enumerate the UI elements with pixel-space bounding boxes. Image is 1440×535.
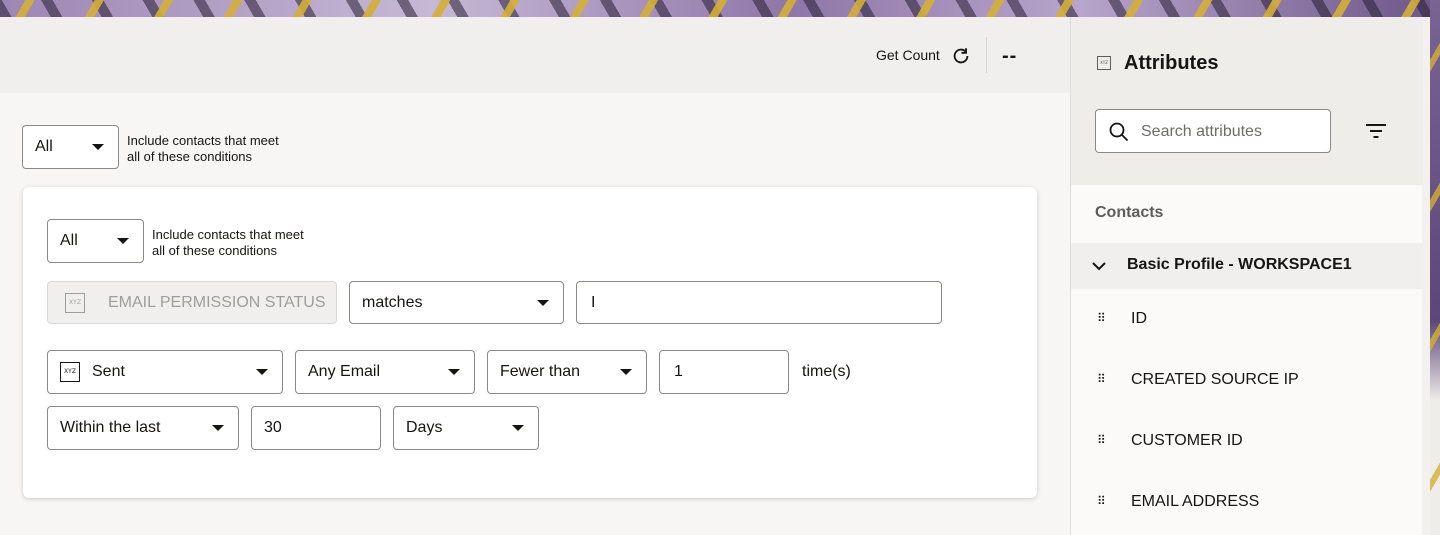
attribute-item-id[interactable]: ⠿ ID xyxy=(1071,300,1423,340)
attribute-type-icon: XYZ xyxy=(65,293,85,313)
attribute-item-label: CUSTOMER ID xyxy=(1131,432,1243,449)
panel-title: Attributes xyxy=(1124,52,1219,74)
period-select[interactable]: Days xyxy=(393,406,539,450)
attribute-item-label: EMAIL ADDRESS xyxy=(1131,493,1260,510)
chevron-down-icon xyxy=(117,238,129,244)
value-input[interactable]: I xyxy=(576,281,942,324)
operator-value: matches xyxy=(362,293,423,311)
decorative-banner xyxy=(0,0,1440,17)
search-placeholder: Search attributes xyxy=(1141,123,1262,140)
condition-group-card: All Include contacts that meet all of th… xyxy=(23,187,1037,498)
toolbar-divider xyxy=(986,37,987,73)
segment-toolbar: Get Count -- xyxy=(0,17,1070,93)
segment-editor: Get Count -- All Include contacts that m… xyxy=(0,17,1070,535)
attribute-item-created-source-ip[interactable]: ⠿ CREATED SOURCE IP xyxy=(1071,361,1423,401)
count-input[interactable]: 1 xyxy=(659,350,789,394)
attribute-item-customer-id[interactable]: ⠿ CUSTOMER ID xyxy=(1071,422,1423,462)
outer-description-line1: Include contacts that meet xyxy=(127,133,279,148)
attributes-icon: XYZ xyxy=(1097,56,1111,70)
comparison-value: Fewer than xyxy=(500,363,581,380)
refresh-icon[interactable] xyxy=(950,45,972,67)
time-range-select[interactable]: Within the last xyxy=(47,406,239,450)
outer-match-value: All xyxy=(35,138,53,155)
count-input-text: 1 xyxy=(674,363,683,380)
time-range-value: Within the last xyxy=(60,419,161,436)
get-count-label[interactable]: Get Count xyxy=(876,47,940,63)
attribute-item-email-address[interactable]: ⠿ EMAIL ADDRESS xyxy=(1071,483,1423,523)
attribute-item-label: CREATED SOURCE IP xyxy=(1131,371,1299,388)
inner-group-description: Include contacts that meet all of these … xyxy=(152,227,304,259)
inner-description-line1: Include contacts that meet xyxy=(152,227,304,242)
inner-description-line2: all of these conditions xyxy=(152,243,278,258)
chevron-down-icon xyxy=(92,144,104,150)
activity-value: Sent xyxy=(92,363,125,380)
chevron-down-icon xyxy=(512,425,524,431)
attributes-panel: XYZ Attributes Search attributes Contact… xyxy=(1070,17,1423,535)
drag-handle-icon[interactable]: ⠿ xyxy=(1097,495,1113,511)
section-label-contacts: Contacts xyxy=(1095,204,1164,221)
chevron-down-icon xyxy=(448,369,460,375)
attributes-panel-header: XYZ Attributes Search attributes xyxy=(1071,17,1423,185)
outer-group-description: Include contacts that meet all of these … xyxy=(127,133,279,165)
drag-handle-icon[interactable]: ⠿ xyxy=(1097,312,1113,328)
decorative-side-strip xyxy=(1430,0,1440,535)
attribute-group-label: Basic Profile - WORKSPACE1 xyxy=(1127,256,1352,273)
outer-description-line2: all of these conditions xyxy=(127,149,253,164)
chevron-down-icon xyxy=(537,299,549,306)
outer-match-select[interactable]: All xyxy=(22,125,119,169)
chevron-down-icon xyxy=(620,369,632,375)
chevron-down-icon xyxy=(212,425,224,431)
drag-handle-icon[interactable]: ⠿ xyxy=(1097,434,1113,450)
email-activity-icon: XYZ xyxy=(60,362,80,382)
attribute-group-basic-profile[interactable]: Basic Profile - WORKSPACE1 xyxy=(1071,243,1423,289)
comparison-select[interactable]: Fewer than xyxy=(487,350,647,394)
inner-match-select[interactable]: All xyxy=(47,219,144,263)
search-icon xyxy=(1109,122,1129,142)
amount-input-text: 30 xyxy=(264,419,282,436)
search-input[interactable]: Search attributes xyxy=(1095,109,1331,153)
count-value: -- xyxy=(1002,45,1018,67)
email-value: Any Email xyxy=(308,363,381,380)
inner-match-value: All xyxy=(60,232,78,249)
email-select[interactable]: Any Email xyxy=(295,350,475,394)
attribute-name: EMAIL PERMISSION STATUS xyxy=(108,293,326,311)
activity-select[interactable]: XYZ Sent xyxy=(47,350,283,394)
attribute-item-label: ID xyxy=(1131,310,1147,327)
drag-handle-icon[interactable]: ⠿ xyxy=(1097,373,1113,389)
chevron-down-icon xyxy=(256,369,268,375)
period-value: Days xyxy=(406,419,443,436)
amount-input[interactable]: 30 xyxy=(251,406,381,450)
times-unit-label: time(s) xyxy=(802,363,851,380)
operator-select[interactable]: matches xyxy=(349,281,564,324)
attribute-field-email-permission: XYZ EMAIL PERMISSION STATUS xyxy=(47,281,337,324)
chevron-down-icon xyxy=(1092,262,1106,271)
value-input-text: I xyxy=(591,293,596,311)
filter-icon[interactable] xyxy=(1365,120,1387,142)
